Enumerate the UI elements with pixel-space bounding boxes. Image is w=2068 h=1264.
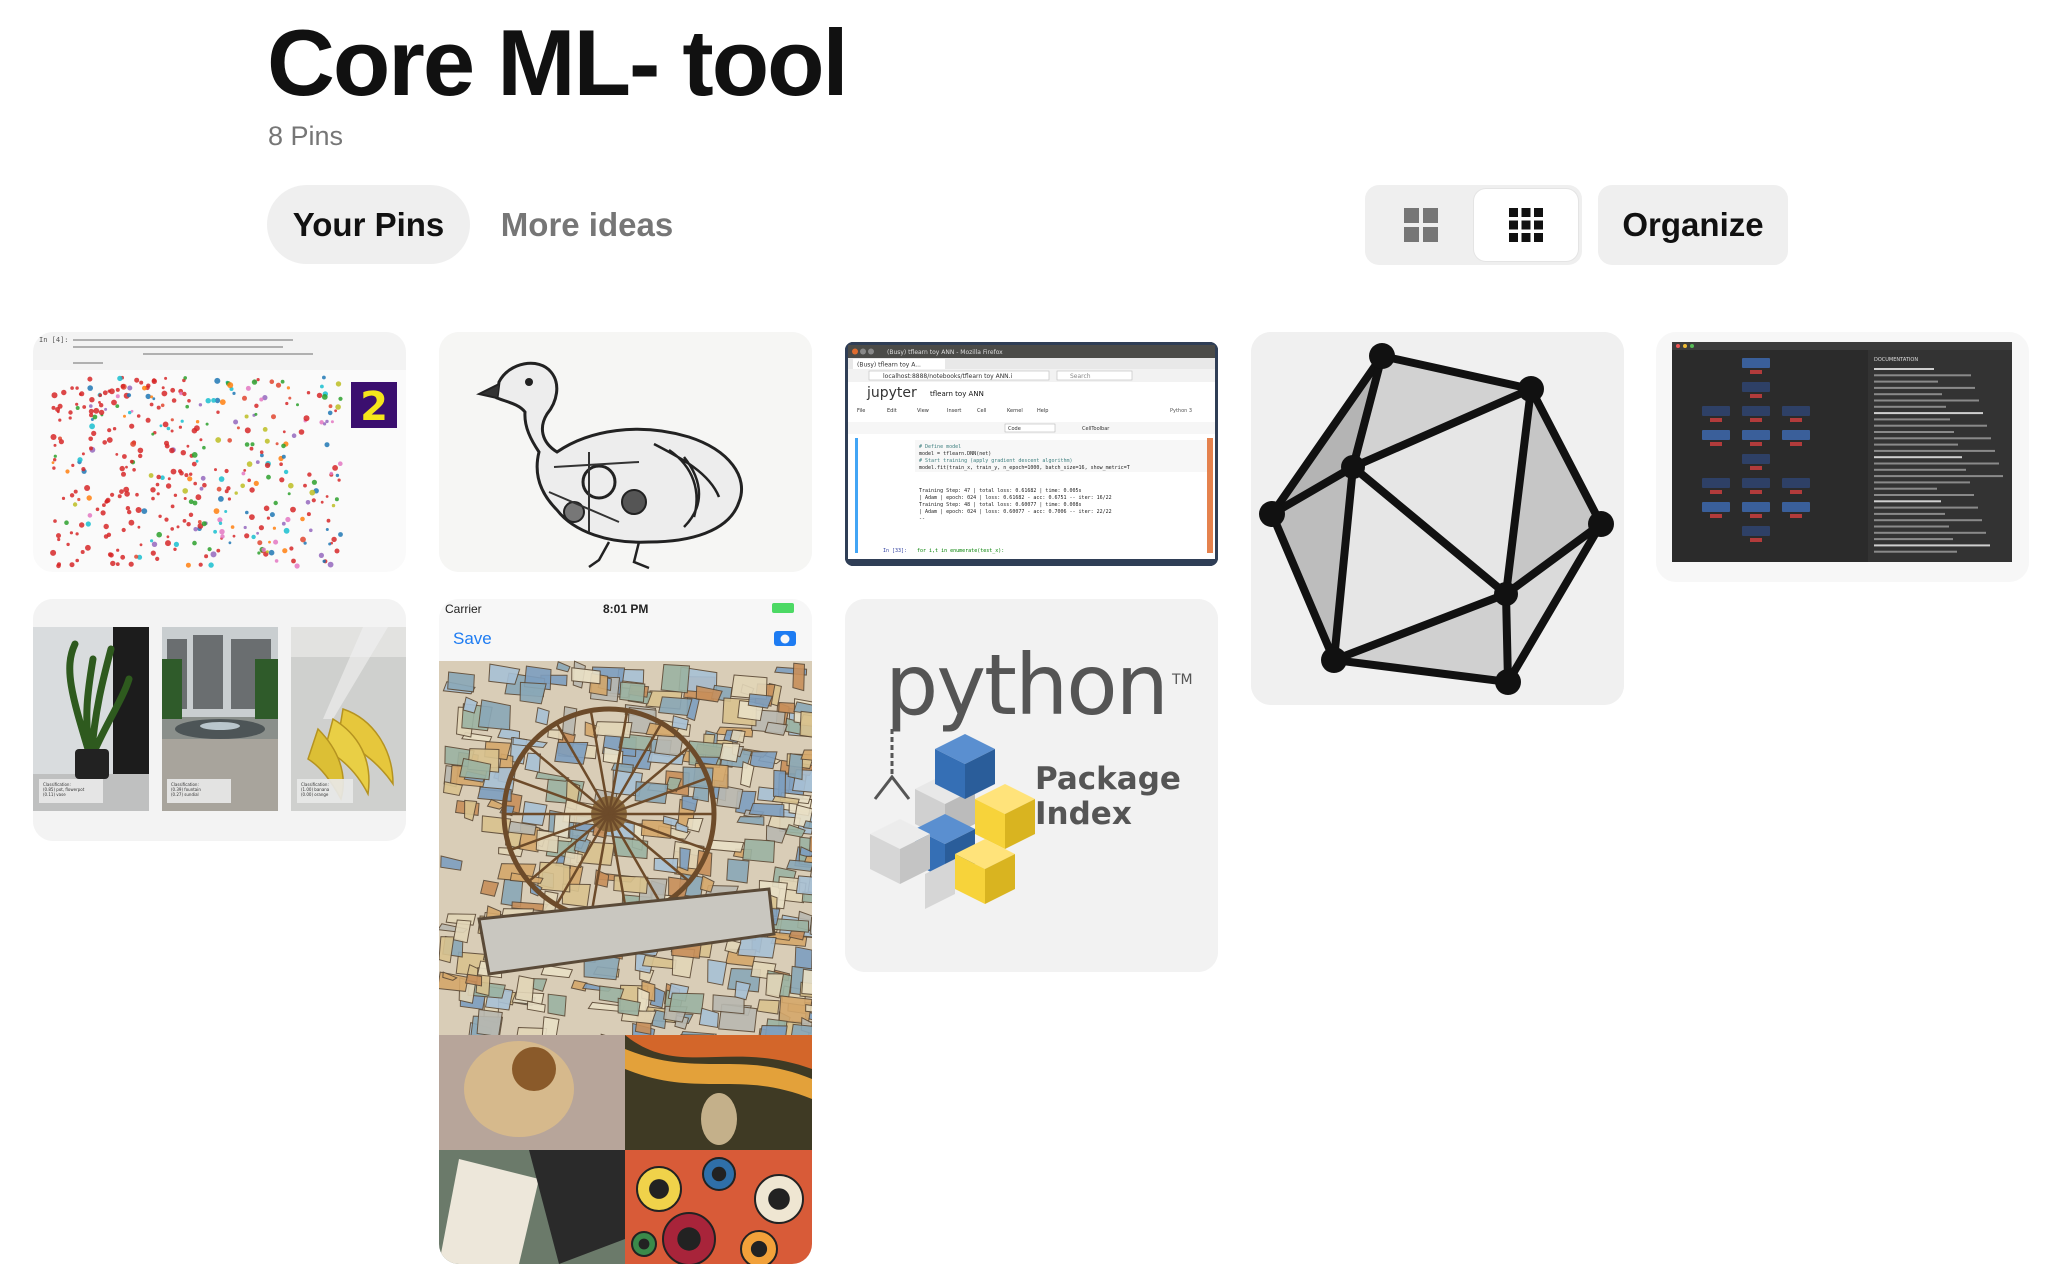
pin-image-graph: DOCUMENTATION bbox=[1656, 332, 2029, 582]
svg-text:Classification:(0.39) fountain: Classification: (0.39) fountain (0.27) sun… bbox=[171, 782, 201, 797]
window-title: (Busy) tflearn toy ANN - Mozilla Firefox bbox=[887, 349, 1003, 356]
organize-button[interactable]: Organize bbox=[1598, 185, 1788, 265]
pin-jupyter-notebook[interactable]: (Busy) tflearn toy ANN - Mozilla Firefox… bbox=[845, 342, 1218, 566]
svg-text:Edit: Edit bbox=[887, 408, 897, 414]
view-toggle bbox=[1365, 185, 1582, 265]
browser-tab: (Busy) tflearn toy A... bbox=[857, 362, 921, 369]
pin-image-classification: Classification: (0.85) pot, flowerpot (0.1… bbox=[33, 599, 406, 841]
pin-image-jupyter: (Busy) tflearn toy ANN - Mozilla Firefox… bbox=[845, 342, 1218, 566]
index-word: Index bbox=[1035, 796, 1132, 832]
jupyter-logo: jupyter bbox=[866, 385, 917, 401]
pin-image-scatter: In [4]: 2 bbox=[33, 332, 406, 572]
trademark: TM bbox=[1171, 672, 1193, 688]
svg-text:--: -- bbox=[919, 516, 925, 522]
default-view-button[interactable] bbox=[1369, 189, 1473, 261]
next-prompt: In [33]: bbox=[883, 548, 907, 554]
svg-text:Insert: Insert bbox=[947, 408, 961, 414]
celltoolbar-button: CellToolbar bbox=[1082, 426, 1110, 432]
tab-your-pins[interactable]: Your Pins bbox=[267, 185, 470, 264]
pin-tsne-scatter[interactable]: In [4]: 2 bbox=[33, 332, 406, 572]
documentation-heading: DOCUMENTATION bbox=[1874, 357, 1918, 363]
svg-text:| Adam | epoch: 024 | loss: 0.: | Adam | epoch: 024 | loss: 0.60077 - ac… bbox=[919, 509, 1112, 515]
compact-view-button[interactable] bbox=[1474, 189, 1578, 261]
search-field: Search bbox=[1070, 373, 1091, 380]
next-code: for i,t in enumerate(test_x): bbox=[917, 548, 1004, 554]
svg-text:Training Step: 48 | total los: Training Step: 48 | total loss: 0.60077 … bbox=[919, 502, 1082, 508]
svg-text:Cell: Cell bbox=[977, 408, 986, 414]
svg-text:Training Step: 47 | total los: Training Step: 47 | total loss: 0.61682 … bbox=[919, 488, 1082, 494]
svg-text:Kernel: Kernel bbox=[1007, 408, 1023, 414]
board-title: Core ML- tool bbox=[267, 10, 849, 115]
grid-2x2-icon bbox=[1404, 208, 1438, 242]
pin-model-graph[interactable]: DOCUMENTATION bbox=[1656, 332, 2029, 582]
status-time: 8:01 PM bbox=[603, 602, 648, 616]
svg-text:model = tflearn.DNN(net): model = tflearn.DNN(net) bbox=[919, 451, 991, 457]
svg-text:View: View bbox=[917, 408, 929, 414]
notebook-name: tflearn toy ANN bbox=[930, 390, 984, 398]
svg-text:model.fit(train_x, train_y, n_: model.fit(train_x, train_y, n_epoch=1000… bbox=[919, 465, 1130, 471]
notebook-prompt: In [4]: bbox=[39, 336, 69, 344]
tab-more-ideas[interactable]: More ideas bbox=[492, 185, 682, 264]
package-word: Package bbox=[1035, 761, 1181, 797]
save-label: Save bbox=[453, 629, 492, 648]
pin-polyhedron[interactable] bbox=[1251, 332, 1624, 705]
pin-image-duck bbox=[439, 332, 812, 572]
pin-style-transfer-app[interactable]: Carrier 8:01 PM Save bbox=[439, 599, 812, 1264]
carrier-label: Carrier bbox=[445, 602, 482, 616]
pin-classification[interactable]: Classification: (0.85) pot, flowerpot (0.1… bbox=[33, 599, 406, 841]
svg-text:| Adam | epoch: 024 | loss: 0.: | Adam | epoch: 024 | loss: 0.61682 - ac… bbox=[919, 495, 1112, 501]
cell-type-select: Code bbox=[1008, 426, 1021, 432]
pin-python-package-index[interactable]: python TM Package Index bbox=[845, 599, 1218, 972]
grid-3x3-icon bbox=[1509, 208, 1543, 242]
pin-mechanical-duck[interactable] bbox=[439, 332, 812, 572]
pin-image-style-transfer: Carrier 8:01 PM Save bbox=[439, 599, 812, 1264]
kernel-name: Python 3 bbox=[1170, 408, 1192, 414]
svg-text:# Define model: # Define model bbox=[919, 444, 961, 450]
svg-text:File: File bbox=[857, 408, 865, 414]
python-wordmark: python bbox=[885, 636, 1167, 734]
digit-image: 2 bbox=[360, 384, 388, 430]
svg-text:# Start training (apply gradie: # Start training (apply gradient descent… bbox=[919, 458, 1073, 464]
address-bar: localhost:8888/notebooks/tflearn toy ANN… bbox=[883, 373, 1013, 380]
svg-text:Classification:(1.00) banana(0: Classification: (1.00) banana (0.00) orang… bbox=[301, 782, 330, 797]
svg-text:Help: Help bbox=[1037, 408, 1048, 414]
pin-image-pypi: python TM Package Index bbox=[845, 599, 1218, 972]
pin-image-polyhedron bbox=[1251, 332, 1624, 705]
pin-count: 8 Pins bbox=[268, 121, 344, 151]
